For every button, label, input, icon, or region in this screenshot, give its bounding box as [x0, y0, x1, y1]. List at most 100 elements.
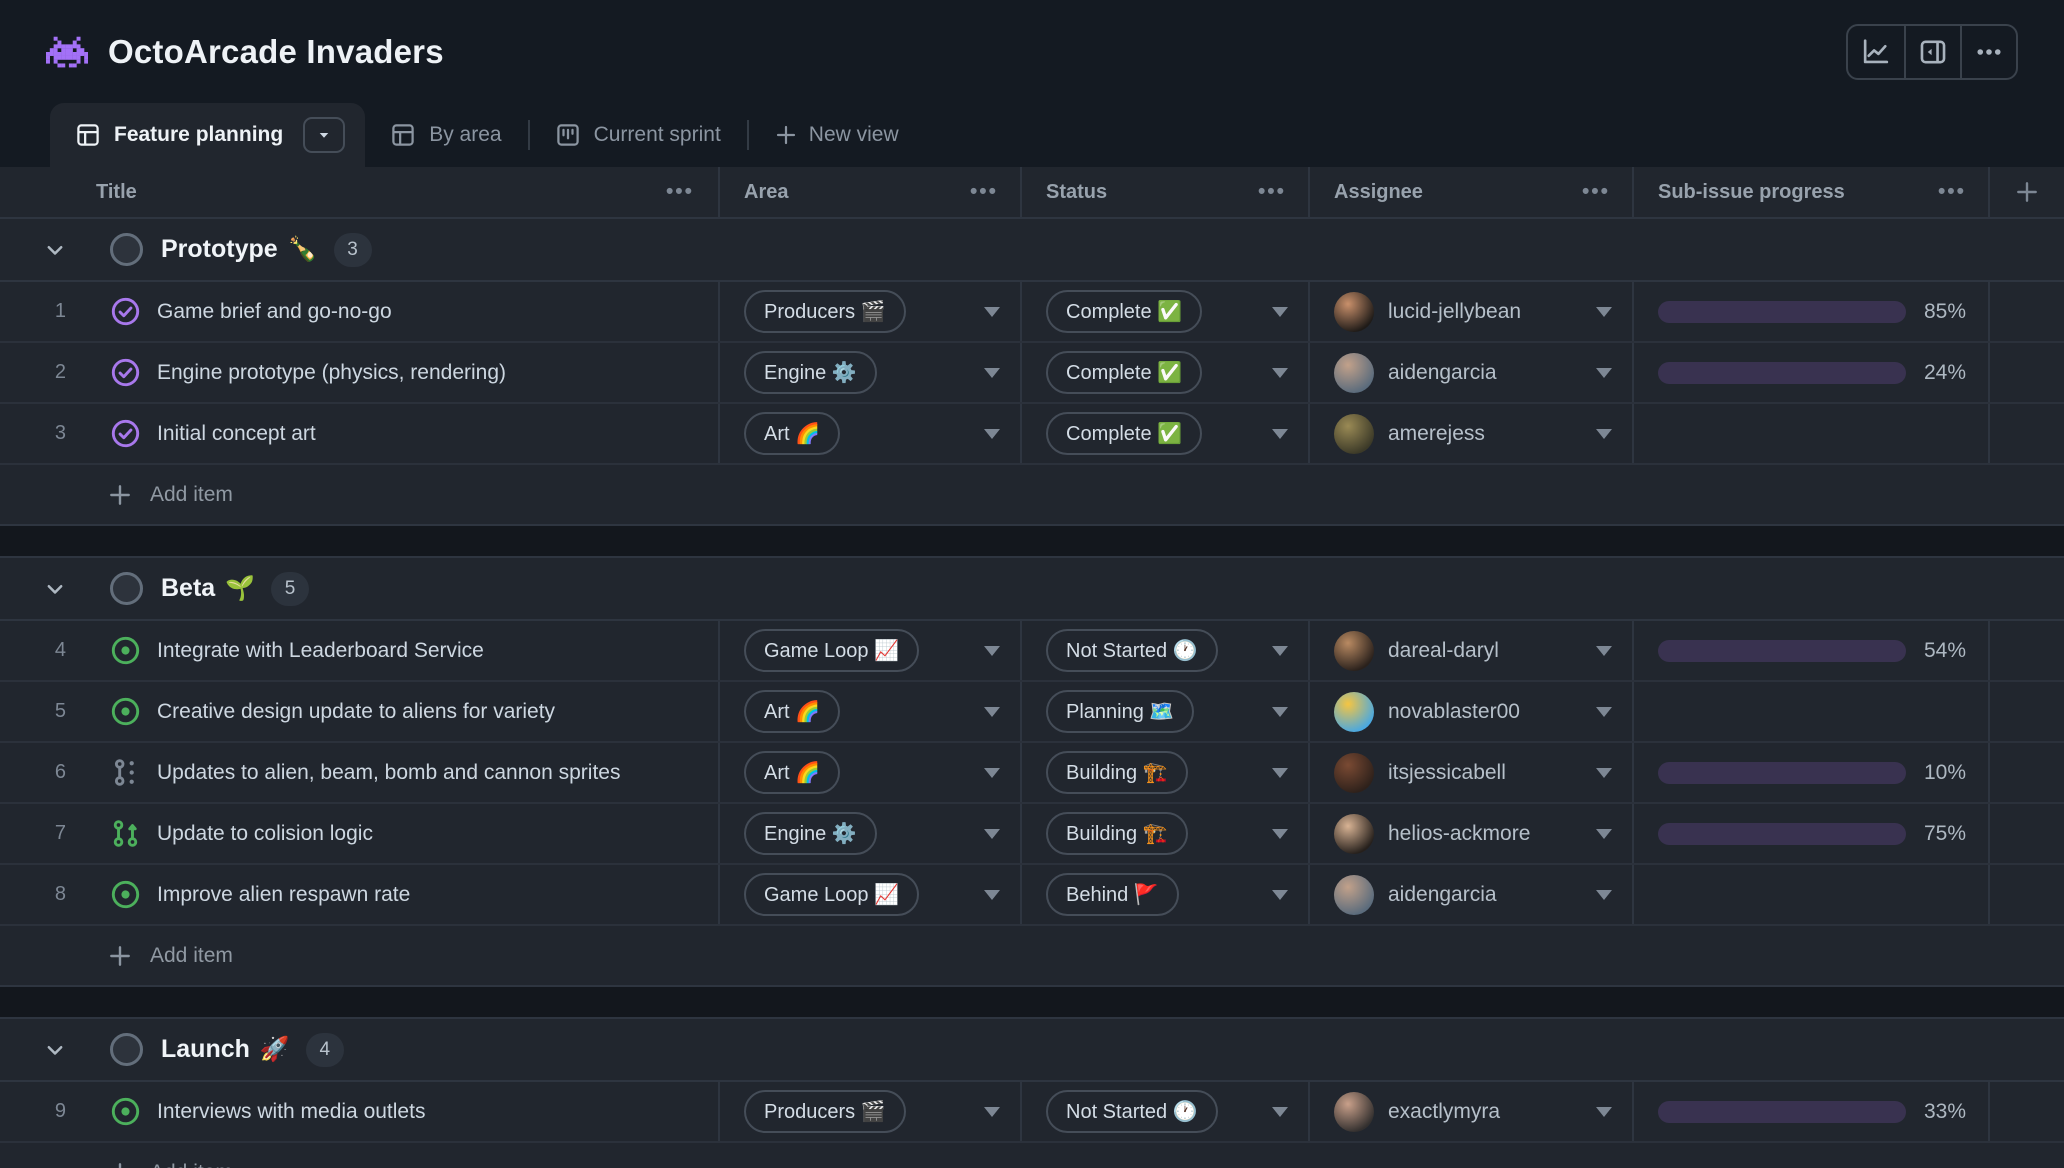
column-menu-icon[interactable]: ••• [970, 180, 998, 204]
assignee-cell[interactable]: dareal-daryl [1308, 621, 1632, 680]
column-header-status[interactable]: Status ••• [1020, 167, 1308, 217]
column-header-area[interactable]: Area ••• [718, 167, 1020, 217]
status-cell[interactable]: Planning 🗺️ [1020, 682, 1308, 741]
dropdown-caret-icon[interactable] [1272, 307, 1288, 317]
group-header-launch[interactable]: Launch 🚀 4 [0, 1019, 2064, 1082]
status-pill[interactable]: Planning 🗺️ [1046, 690, 1194, 733]
dropdown-caret-icon[interactable] [1596, 429, 1612, 439]
add-column-button[interactable] [1988, 167, 2064, 217]
table-row[interactable]: 6 Updates to alien, beam, bomb and canno… [0, 743, 2064, 804]
assignee-login[interactable]: helios-ackmore [1388, 822, 1582, 846]
add-item-button[interactable]: Add item [0, 1143, 2064, 1168]
area-cell[interactable]: Game Loop 📈 [718, 865, 1020, 924]
issue-title[interactable]: Engine prototype (physics, rendering) [157, 361, 506, 385]
assignee-cell[interactable]: helios-ackmore [1308, 804, 1632, 863]
status-cell[interactable]: Building 🏗️ [1020, 804, 1308, 863]
status-cell[interactable]: Behind 🚩 [1020, 865, 1308, 924]
insights-graph-button[interactable] [1848, 26, 1904, 78]
table-row[interactable]: 2 Engine prototype (physics, rendering) … [0, 343, 2064, 404]
column-header-assignee[interactable]: Assignee ••• [1308, 167, 1632, 217]
status-cell[interactable]: Complete ✅ [1020, 404, 1308, 463]
area-pill[interactable]: Art 🌈 [744, 751, 840, 794]
issue-title[interactable]: Improve alien respawn rate [157, 883, 410, 907]
assignee-login[interactable]: amerejess [1388, 422, 1582, 446]
collapse-group-icon[interactable] [0, 239, 110, 261]
area-cell[interactable]: Game Loop 📈 [718, 621, 1020, 680]
tab-by-area[interactable]: By area [365, 103, 527, 167]
column-menu-icon[interactable]: ••• [1938, 180, 1966, 204]
area-cell[interactable]: Art 🌈 [718, 682, 1020, 741]
issue-title[interactable]: Interviews with media outlets [157, 1100, 425, 1124]
dropdown-caret-icon[interactable] [1272, 1107, 1288, 1117]
column-header-sub-issue-progress[interactable]: Sub-issue progress ••• [1632, 167, 1988, 217]
area-pill[interactable]: Producers 🎬 [744, 1090, 906, 1133]
area-cell[interactable]: Art 🌈 [718, 404, 1020, 463]
table-row[interactable]: 7 Update to colision logic Engine ⚙️ Bui… [0, 804, 2064, 865]
status-cell[interactable]: Building 🏗️ [1020, 743, 1308, 802]
area-pill[interactable]: Producers 🎬 [744, 290, 906, 333]
status-cell[interactable]: Not Started 🕐 [1020, 1082, 1308, 1141]
title-cell[interactable]: Game brief and go-no-go [110, 282, 718, 341]
issue-title[interactable]: Updates to alien, beam, bomb and cannon … [157, 761, 620, 785]
area-cell[interactable]: Art 🌈 [718, 743, 1020, 802]
column-menu-icon[interactable]: ••• [1582, 180, 1610, 204]
assignee-login[interactable]: lucid-jellybean [1388, 300, 1582, 324]
group-header-beta[interactable]: Beta 🌱 5 [0, 558, 2064, 621]
collapse-sidebar-button[interactable] [1904, 26, 1960, 78]
dropdown-caret-icon[interactable] [984, 707, 1000, 717]
group-header-prototype[interactable]: Prototype 🍾 3 [0, 219, 2064, 282]
issue-title[interactable]: Game brief and go-no-go [157, 300, 392, 324]
issue-title[interactable]: Integrate with Leaderboard Service [157, 639, 484, 663]
issue-title[interactable]: Update to colision logic [157, 822, 373, 846]
assignee-cell[interactable]: novablaster00 [1308, 682, 1632, 741]
title-cell[interactable]: Improve alien respawn rate [110, 865, 718, 924]
collapse-group-icon[interactable] [0, 578, 110, 600]
dropdown-caret-icon[interactable] [1272, 890, 1288, 900]
dropdown-caret-icon[interactable] [984, 307, 1000, 317]
assignee-cell[interactable]: amerejess [1308, 404, 1632, 463]
dropdown-caret-icon[interactable] [1596, 1107, 1612, 1117]
column-menu-icon[interactable]: ••• [666, 180, 694, 204]
dropdown-caret-icon[interactable] [984, 1107, 1000, 1117]
status-pill[interactable]: Complete ✅ [1046, 412, 1202, 455]
add-item-button[interactable]: Add item [0, 465, 2064, 526]
assignee-login[interactable]: novablaster00 [1388, 700, 1582, 724]
status-pill[interactable]: Behind 🚩 [1046, 873, 1179, 916]
table-row[interactable]: 3 Initial concept art Art 🌈 Complete ✅ a… [0, 404, 2064, 465]
dropdown-caret-icon[interactable] [1596, 307, 1612, 317]
title-cell[interactable]: Interviews with media outlets [110, 1082, 718, 1141]
dropdown-caret-icon[interactable] [1596, 368, 1612, 378]
issue-title[interactable]: Initial concept art [157, 422, 316, 446]
assignee-login[interactable]: aidengarcia [1388, 883, 1582, 907]
view-menu-button[interactable] [303, 117, 345, 153]
new-view-button[interactable]: New view [749, 103, 925, 167]
dropdown-caret-icon[interactable] [1272, 768, 1288, 778]
dropdown-caret-icon[interactable] [1596, 829, 1612, 839]
title-cell[interactable]: Engine prototype (physics, rendering) [110, 343, 718, 402]
assignee-login[interactable]: dareal-daryl [1388, 639, 1582, 663]
status-pill[interactable]: Building 🏗️ [1046, 812, 1188, 855]
title-cell[interactable]: Creative design update to aliens for var… [110, 682, 718, 741]
title-cell[interactable]: Updates to alien, beam, bomb and cannon … [110, 743, 718, 802]
assignee-login[interactable]: itsjessicabell [1388, 761, 1582, 785]
area-pill[interactable]: Game Loop 📈 [744, 629, 919, 672]
area-pill[interactable]: Engine ⚙️ [744, 812, 877, 855]
add-item-button[interactable]: Add item [0, 926, 2064, 987]
title-cell[interactable]: Initial concept art [110, 404, 718, 463]
dropdown-caret-icon[interactable] [1272, 646, 1288, 656]
title-cell[interactable]: Integrate with Leaderboard Service [110, 621, 718, 680]
dropdown-caret-icon[interactable] [1596, 646, 1612, 656]
status-cell[interactable]: Complete ✅ [1020, 282, 1308, 341]
area-cell[interactable]: Producers 🎬 [718, 1082, 1020, 1141]
area-cell[interactable]: Engine ⚙️ [718, 343, 1020, 402]
assignee-cell[interactable]: aidengarcia [1308, 865, 1632, 924]
dropdown-caret-icon[interactable] [984, 768, 1000, 778]
dropdown-caret-icon[interactable] [1272, 829, 1288, 839]
dropdown-caret-icon[interactable] [984, 429, 1000, 439]
dropdown-caret-icon[interactable] [1272, 707, 1288, 717]
area-cell[interactable]: Engine ⚙️ [718, 804, 1020, 863]
area-cell[interactable]: Producers 🎬 [718, 282, 1020, 341]
collapse-group-icon[interactable] [0, 1039, 110, 1061]
status-pill[interactable]: Complete ✅ [1046, 290, 1202, 333]
column-header-title[interactable]: Title ••• [0, 167, 718, 217]
